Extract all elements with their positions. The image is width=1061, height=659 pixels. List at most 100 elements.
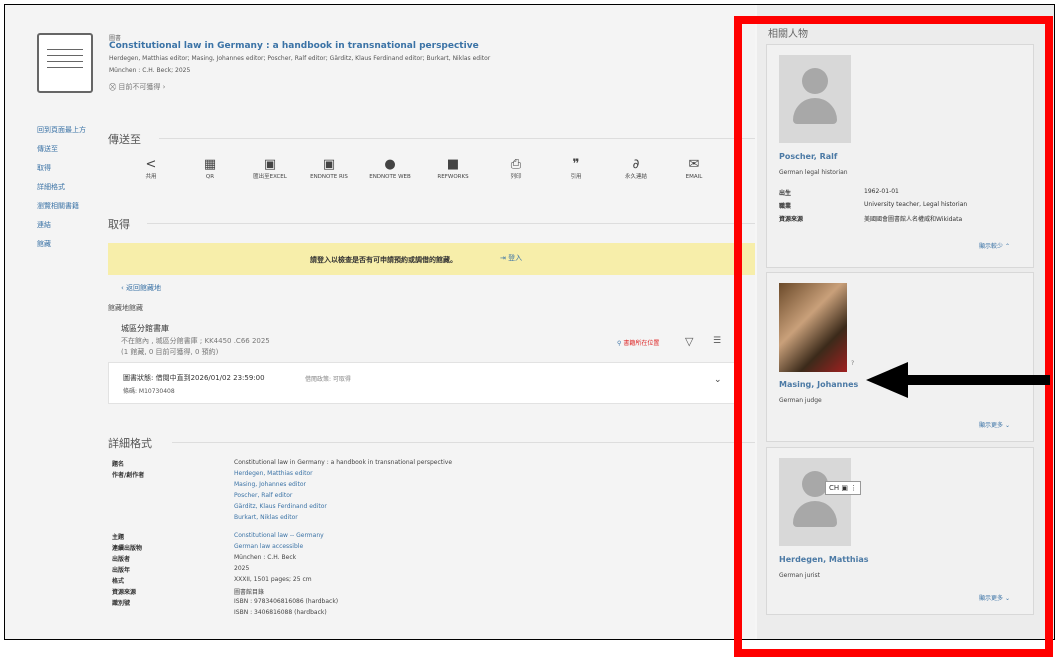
- show-more-button[interactable]: 顯示更多 ⌄: [979, 593, 1010, 602]
- qr-icon: ▦: [203, 157, 217, 172]
- loan-policy: 借閱政策: 可取得: [305, 376, 351, 383]
- refworks-icon: ■: [446, 157, 460, 172]
- person-name[interactable]: Herdegen, Matthias: [779, 555, 869, 564]
- related-heading: 相關人物: [768, 29, 808, 40]
- chevron-up-icon: ⌃: [1004, 243, 1010, 250]
- send-to-heading: 傳送至: [108, 133, 141, 146]
- details-heading: 詳細格式: [108, 437, 152, 450]
- holding-counts: (1 館藏, 0 目前可獲得, 0 預約): [121, 348, 219, 356]
- availability-icon: ⛒: [109, 83, 119, 91]
- nav-details[interactable]: 詳細格式: [37, 182, 65, 192]
- nav-browse-shelf[interactable]: 瀏覽相關書籍: [37, 201, 79, 211]
- divider: [159, 138, 755, 139]
- chevron-down-icon[interactable]: ⌄: [714, 375, 722, 385]
- arrow-annotation: [866, 362, 1050, 398]
- person-desc: German judge: [779, 397, 822, 404]
- detail-label: 出版者: [112, 556, 131, 563]
- person-name[interactable]: Masing, Johannes: [779, 380, 858, 389]
- record-title[interactable]: Constitutional law in Germany : a handbo…: [109, 41, 479, 51]
- nav-get-it[interactable]: 取得: [37, 163, 51, 173]
- detail-value[interactable]: Herdegen, Matthias editor: [234, 470, 313, 477]
- fact-label: 出生: [779, 190, 792, 197]
- citation-button[interactable]: ❞ 引用: [551, 157, 601, 181]
- help-icon[interactable]: ?: [851, 360, 854, 367]
- detail-value: München : C.H. Beck: [234, 554, 297, 561]
- show-more-button[interactable]: 顯示更多 ⌄: [979, 420, 1010, 429]
- detail-label: 連續出版物: [112, 545, 143, 552]
- item-row[interactable]: 圖書狀態: 借閱中直到2026/01/02 23:59:00 借閱政策: 可取得…: [108, 362, 742, 404]
- fact-value: 1962-01-01: [864, 188, 899, 195]
- detail-value[interactable]: German law accessible: [234, 543, 303, 550]
- citation-icon: ❞: [572, 157, 580, 172]
- detail-value: ISBN : 3406816088 (hardback): [234, 609, 327, 616]
- detail-value: 圖書館目錄: [234, 589, 265, 596]
- refworks-button[interactable]: ■ REFWORKS: [428, 157, 478, 181]
- show-less-button[interactable]: 顯示較少 ⌃: [979, 241, 1010, 250]
- qr-button[interactable]: ▦ QR: [185, 157, 235, 181]
- chevron-down-icon: ⌄: [1004, 595, 1010, 602]
- share-button[interactable]: < 共用: [126, 157, 176, 181]
- fact-label: 職業: [779, 203, 792, 210]
- detail-value[interactable]: Poscher, Ralf editor: [234, 492, 292, 499]
- detail-value[interactable]: Masing, Johannes editor: [234, 481, 306, 488]
- login-banner-text: 請登入以檢查是否有可申請預約或調借的館藏。: [310, 256, 457, 264]
- related-people-panel: 相關人物 Poscher, Ralf German legal historia…: [757, 5, 1054, 639]
- divider: [172, 442, 755, 443]
- record-publisher: München : C.H. Beck; 2025: [109, 67, 191, 74]
- nav-send-to[interactable]: 傳送至: [37, 144, 58, 154]
- avatar-placeholder: [779, 458, 851, 546]
- excel-button[interactable]: ▣ 匯出至EXCEL: [245, 157, 295, 181]
- library-name: 城區分館書庫: [121, 324, 169, 333]
- print-button[interactable]: ⎙ 列印: [491, 157, 541, 181]
- login-banner: 請登入以檢查是否有可申請預約或調借的館藏。 ⇥ 登入: [108, 243, 755, 275]
- item-status: 圖書狀態: 借閱中直到2026/01/02 23:59:00: [123, 374, 265, 382]
- person-card-poscher: Poscher, Ralf German legal historian 出生 …: [766, 44, 1034, 268]
- nav-links[interactable]: 連結: [37, 220, 51, 230]
- nav-holdings[interactable]: 館藏: [37, 239, 51, 249]
- ime-indicator: CH ▣ ⋮: [825, 481, 862, 495]
- get-it-heading: 取得: [108, 218, 130, 231]
- endnote-web-button[interactable]: ● ENDNOTE WEB: [365, 157, 415, 181]
- detail-value[interactable]: Constitutional law -- Germany: [234, 532, 324, 539]
- fact-value: 美國國會圖書館人名權威和Wikidata: [864, 216, 963, 223]
- person-photo: [779, 283, 847, 372]
- chevron-down-icon: ⌄: [1004, 422, 1010, 429]
- email-button[interactable]: ✉ EMAIL: [669, 157, 719, 181]
- detail-label: 資源來源: [112, 589, 137, 596]
- detail-value: 2025: [234, 565, 250, 572]
- share-icon: <: [145, 157, 157, 172]
- barcode: 條碼: M10730408: [123, 388, 175, 395]
- book-type-icon: [37, 33, 93, 93]
- detail-value: XXXII, 1501 pages; 25 cm: [234, 576, 312, 583]
- endnote-ris-button[interactable]: ▣ ENDNOTE RIS: [304, 157, 354, 181]
- login-icon: ⇥: [500, 254, 509, 262]
- link-icon: ∂: [632, 157, 640, 172]
- location-line: 不在館內 , 城區分館書庫 ; KK4450 .C66 2025: [121, 337, 270, 345]
- detail-label: 出版年: [112, 567, 131, 574]
- fact-label: 資源來源: [779, 216, 804, 223]
- filter-icon[interactable]: ▽: [685, 335, 693, 348]
- browser-frame: 圖書 Constitutional law in Germany : a han…: [4, 4, 1055, 640]
- detail-label: 主題: [112, 534, 125, 541]
- main-panel: 圖書 Constitutional law in Germany : a han…: [5, 5, 755, 639]
- sort-icon[interactable]: ☰: [713, 336, 721, 346]
- person-card-herdegen: CH ▣ ⋮ Herdegen, Matthias German jurist …: [766, 447, 1034, 615]
- nav-top[interactable]: 回到頁面最上方: [37, 125, 86, 135]
- email-icon: ✉: [688, 157, 700, 172]
- detail-value[interactable]: Burkart, Niklas editor: [234, 514, 298, 521]
- permalink-button[interactable]: ∂ 永久連結: [611, 157, 661, 181]
- map-location-link[interactable]: ⚲ 書籍所在位置: [617, 338, 659, 347]
- person-name[interactable]: Poscher, Ralf: [779, 152, 837, 161]
- detail-value: Constitutional law in Germany : a handbo…: [234, 459, 453, 466]
- back-to-locations[interactable]: ‹ 返回館藏地: [121, 283, 161, 293]
- divider: [147, 223, 755, 224]
- availability-status[interactable]: ⛒ 目前不可獲得 ›: [109, 82, 165, 92]
- fact-value: University teacher, Legal historian: [864, 201, 968, 208]
- detail-label: 作者/創作者: [112, 472, 145, 479]
- login-link[interactable]: ⇥ 登入: [500, 253, 522, 263]
- person-card-masing: ? Masing, Johannes German judge 顯示更多 ⌄: [766, 272, 1034, 442]
- record-authors: Herdegen, Matthias editor; Masing, Johan…: [109, 55, 491, 62]
- holdings-label: 館藏地館藏: [108, 304, 143, 312]
- detail-value[interactable]: Gärditz, Klaus Ferdinand editor: [234, 503, 327, 510]
- detail-label: 格式: [112, 578, 125, 585]
